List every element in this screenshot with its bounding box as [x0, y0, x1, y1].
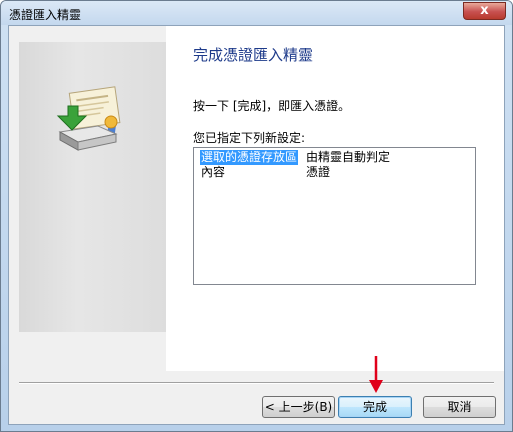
- cancel-button[interactable]: 取消: [423, 396, 496, 418]
- setting-key: 內容: [201, 165, 226, 179]
- title-bar[interactable]: 憑證匯入精靈 x: [1, 1, 512, 25]
- close-icon: x: [480, 3, 489, 18]
- finish-button[interactable]: 完成: [338, 396, 412, 418]
- red-arrow-icon: [369, 356, 383, 393]
- setting-key: 選取的憑證存放區: [200, 150, 299, 165]
- back-button[interactable]: < 上一步(B): [262, 396, 335, 418]
- certificate-import-icon: [56, 86, 121, 151]
- window-title: 憑證匯入精靈: [9, 8, 82, 22]
- dialog-client: 完成憑證匯入精靈 按一下 [完成]，即匯入憑證。 您已指定下列新設定: 選取的憑…: [8, 25, 505, 425]
- wizard-content: 完成憑證匯入精靈 按一下 [完成]，即匯入憑證。 您已指定下列新設定: 選取的憑…: [166, 26, 504, 371]
- page-title: 完成憑證匯入精靈: [193, 46, 314, 64]
- setting-value: 憑證: [306, 165, 331, 179]
- settings-list[interactable]: 選取的憑證存放區 由精靈自動判定 內容 憑證: [193, 147, 476, 285]
- settings-label: 您已指定下列新設定:: [193, 131, 306, 145]
- dialog-window: 憑證匯入精靈 x 完成憑證匯入精靈 按一下 [完成]，即匯入憑證。 您已指定下列…: [0, 0, 513, 432]
- wizard-side-panel: [19, 42, 166, 332]
- instruction-text: 按一下 [完成]，即匯入憑證。: [193, 99, 351, 113]
- close-button[interactable]: x: [463, 2, 506, 20]
- divider: [19, 382, 494, 384]
- setting-value: 由精靈自動判定: [306, 150, 391, 164]
